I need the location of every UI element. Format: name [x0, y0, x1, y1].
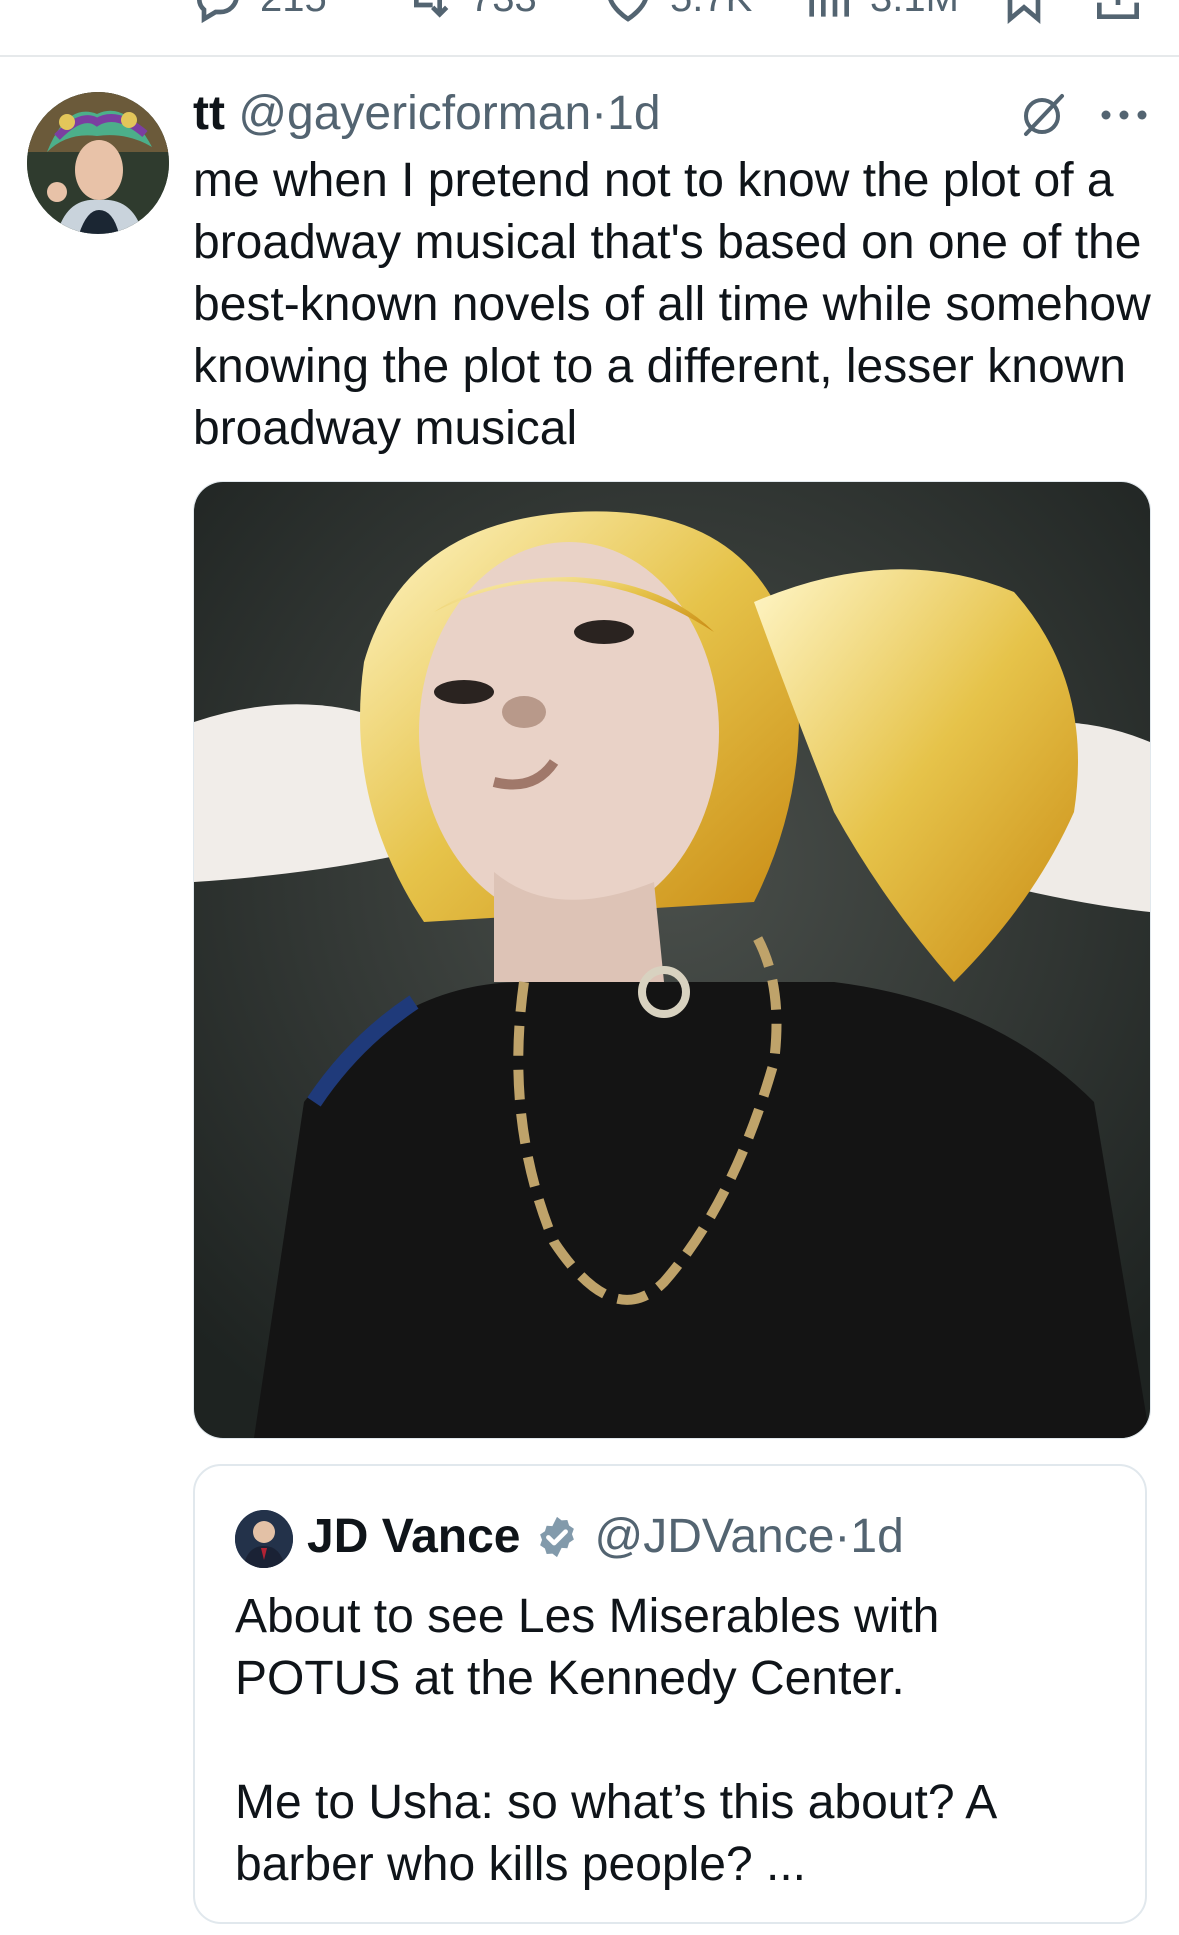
quoted-header: JD Vance @JDVance · 1d [307, 1506, 904, 1568]
tweet-header: tt @gayericforman·1d [193, 84, 661, 144]
user-handle[interactable]: @gayericforman [238, 87, 591, 140]
tweet-action-bar: 215 733 5.7K 3.1M [0, 0, 1179, 56]
photo-person-blonde-wig [194, 482, 1150, 1438]
separator-dot: · [591, 87, 608, 140]
avatar[interactable] [27, 92, 169, 234]
divider [0, 55, 1179, 57]
reply-icon [197, 0, 239, 24]
more-options-icon[interactable] [1098, 100, 1150, 130]
retweet-count: 733 [470, 0, 537, 21]
retweet-button[interactable]: 733 [400, 0, 537, 26]
quoted-tweet-card[interactable]: JD Vance @JDVance · 1d About to see Les Mi… [193, 1464, 1147, 1924]
views-icon [809, 0, 849, 17]
quoted-avatar-image [235, 1510, 293, 1568]
verified-badge-icon [540, 1516, 575, 1558]
reply-count: 215 [260, 0, 327, 21]
avatar-image [27, 92, 169, 234]
tweet-text: me when I pretend not to know the plot o… [193, 154, 1165, 455]
display-name[interactable]: tt [193, 87, 225, 140]
quoted-avatar[interactable] [235, 1510, 293, 1568]
share-button[interactable] [1090, 0, 1146, 26]
retweet-icon [414, 0, 449, 18]
quoted-separator-dot: · [834, 1510, 851, 1563]
heart-icon [608, 0, 648, 22]
share-icon [1097, 0, 1139, 19]
quoted-timestamp[interactable]: 1d [850, 1506, 903, 1568]
quoted-handle[interactable]: @JDVance [594, 1506, 834, 1568]
grok-icon[interactable] [1020, 90, 1068, 138]
bookmark-button[interactable] [996, 0, 1052, 26]
quoted-display-name[interactable]: JD Vance [307, 1506, 520, 1568]
views-button[interactable]: 3.1M [800, 0, 959, 26]
like-button[interactable]: 5.7K [600, 0, 752, 26]
bookmark-icon [1007, 0, 1041, 24]
timestamp[interactable]: 1d [607, 87, 660, 140]
reply-button[interactable]: 215 [190, 0, 327, 26]
tweet-media-image[interactable] [193, 481, 1151, 1439]
like-count: 5.7K [670, 0, 752, 21]
views-count: 3.1M [870, 0, 959, 21]
quoted-tweet-text: About to see Les Miserables with POTUS a… [235, 1590, 995, 1891]
